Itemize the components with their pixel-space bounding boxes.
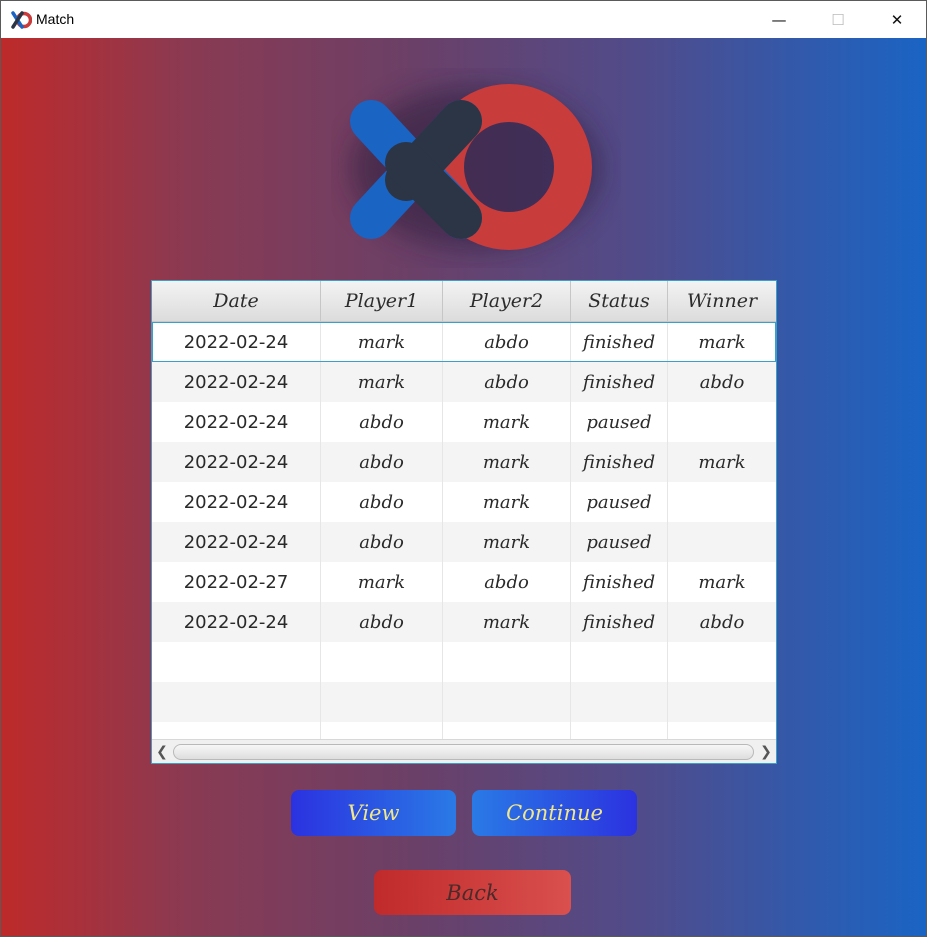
maximize-button[interactable]: ☐ bbox=[809, 1, 867, 38]
table-body: 2022-02-24 mark abdo finished mark 2022-… bbox=[152, 322, 776, 762]
content-area: Date Player1 Player2 Status Winner 2022-… bbox=[1, 38, 926, 936]
cell-date: 2022-02-24 bbox=[152, 322, 321, 362]
table-row[interactable]: 2022-02-24 abdo mark finished mark bbox=[152, 442, 776, 482]
cell-empty bbox=[668, 682, 776, 722]
cell-player1: abdo bbox=[321, 602, 443, 642]
cell-empty bbox=[443, 682, 571, 722]
cell-empty bbox=[571, 642, 668, 682]
back-button[interactable]: Back bbox=[374, 870, 571, 915]
horizontal-scrollbar[interactable]: ❮ ❯ bbox=[152, 739, 776, 763]
continue-button[interactable]: Continue bbox=[472, 790, 637, 836]
match-window: Match — ☐ ✕ Date Player1 Player2 Status … bbox=[0, 0, 927, 937]
cell-player1: abdo bbox=[321, 442, 443, 482]
cell-date: 2022-02-24 bbox=[152, 482, 321, 522]
cell-empty bbox=[321, 682, 443, 722]
table-header: Date Player1 Player2 Status Winner bbox=[152, 281, 776, 322]
minimize-icon: — bbox=[771, 10, 787, 29]
cell-date: 2022-02-24 bbox=[152, 442, 321, 482]
table-row[interactable]: 2022-02-24 abdo mark finished abdo bbox=[152, 602, 776, 642]
maximize-icon: ☐ bbox=[831, 10, 845, 29]
cell-player2: mark bbox=[443, 522, 571, 562]
column-header-date[interactable]: Date bbox=[152, 281, 321, 321]
table-row[interactable]: 2022-02-24 mark abdo finished mark bbox=[152, 322, 776, 362]
cell-player1: abdo bbox=[321, 482, 443, 522]
scroll-right-icon[interactable]: ❯ bbox=[758, 743, 774, 761]
cell-player1: mark bbox=[321, 562, 443, 602]
column-header-status[interactable]: Status bbox=[571, 281, 668, 321]
close-button[interactable]: ✕ bbox=[868, 1, 926, 38]
minimize-button[interactable]: — bbox=[750, 1, 808, 38]
cell-winner: mark bbox=[698, 451, 746, 473]
cell-winner bbox=[668, 402, 776, 442]
cell-player1: mark bbox=[321, 362, 443, 402]
cell-date: 2022-02-24 bbox=[152, 362, 321, 402]
table-row[interactable]: 2022-02-27 mark abdo finished mark bbox=[152, 562, 776, 602]
column-header-player2[interactable]: Player2 bbox=[443, 281, 571, 321]
cell-player2: abdo bbox=[443, 362, 571, 402]
cell-empty bbox=[571, 682, 668, 722]
cell-player2: mark bbox=[443, 482, 571, 522]
cell-status: paused bbox=[571, 482, 668, 522]
cell-winner: abdo bbox=[699, 611, 745, 633]
window-title: Match bbox=[36, 11, 75, 27]
cell-winner: mark bbox=[698, 571, 746, 593]
cell-player2: mark bbox=[443, 602, 571, 642]
cell-empty bbox=[443, 642, 571, 682]
title-bar: Match — ☐ ✕ bbox=[1, 1, 926, 38]
cell-empty bbox=[152, 682, 321, 722]
cell-empty bbox=[321, 642, 443, 682]
table-row[interactable]: 2022-02-24 abdo mark paused bbox=[152, 522, 776, 562]
cell-winner bbox=[668, 482, 776, 522]
cell-status: finished bbox=[571, 322, 668, 362]
cell-player2: abdo bbox=[443, 562, 571, 602]
view-button[interactable]: View bbox=[291, 790, 456, 836]
cell-player2: mark bbox=[443, 402, 571, 442]
cell-empty bbox=[152, 642, 321, 682]
cell-date: 2022-02-24 bbox=[152, 402, 321, 442]
cell-date: 2022-02-27 bbox=[152, 562, 321, 602]
cell-winner bbox=[668, 522, 776, 562]
cell-player1: abdo bbox=[321, 402, 443, 442]
cell-status: finished bbox=[571, 442, 668, 482]
cell-player2: mark bbox=[443, 442, 571, 482]
cell-player2: abdo bbox=[443, 322, 571, 362]
table-row[interactable]: 2022-02-24 abdo mark paused bbox=[152, 402, 776, 442]
cell-status: paused bbox=[571, 402, 668, 442]
xo-logo-icon bbox=[350, 84, 601, 250]
table-row[interactable]: 2022-02-24 abdo mark paused bbox=[152, 482, 776, 522]
cell-status: finished bbox=[571, 602, 668, 642]
matches-table[interactable]: Date Player1 Player2 Status Winner 2022-… bbox=[151, 280, 777, 764]
cell-empty bbox=[668, 642, 776, 682]
cell-player1: abdo bbox=[321, 522, 443, 562]
cell-date: 2022-02-24 bbox=[152, 522, 321, 562]
column-header-player1[interactable]: Player1 bbox=[321, 281, 443, 321]
table-row[interactable]: 2022-02-24 mark abdo finished abdo bbox=[152, 362, 776, 402]
scrollbar-thumb[interactable] bbox=[173, 744, 754, 760]
cell-status: finished bbox=[571, 362, 668, 402]
table-row-empty bbox=[152, 642, 776, 682]
xo-app-icon bbox=[11, 11, 32, 29]
cell-winner: abdo bbox=[699, 371, 745, 393]
column-header-winner[interactable]: Winner bbox=[668, 281, 776, 321]
cell-status: finished bbox=[571, 562, 668, 602]
close-icon: ✕ bbox=[890, 10, 904, 29]
cell-winner: mark bbox=[698, 331, 746, 353]
cell-player1: mark bbox=[321, 322, 443, 362]
cell-date: 2022-02-24 bbox=[152, 602, 321, 642]
table-row-empty bbox=[152, 682, 776, 722]
scroll-left-icon[interactable]: ❮ bbox=[154, 743, 170, 761]
cell-status: paused bbox=[571, 522, 668, 562]
